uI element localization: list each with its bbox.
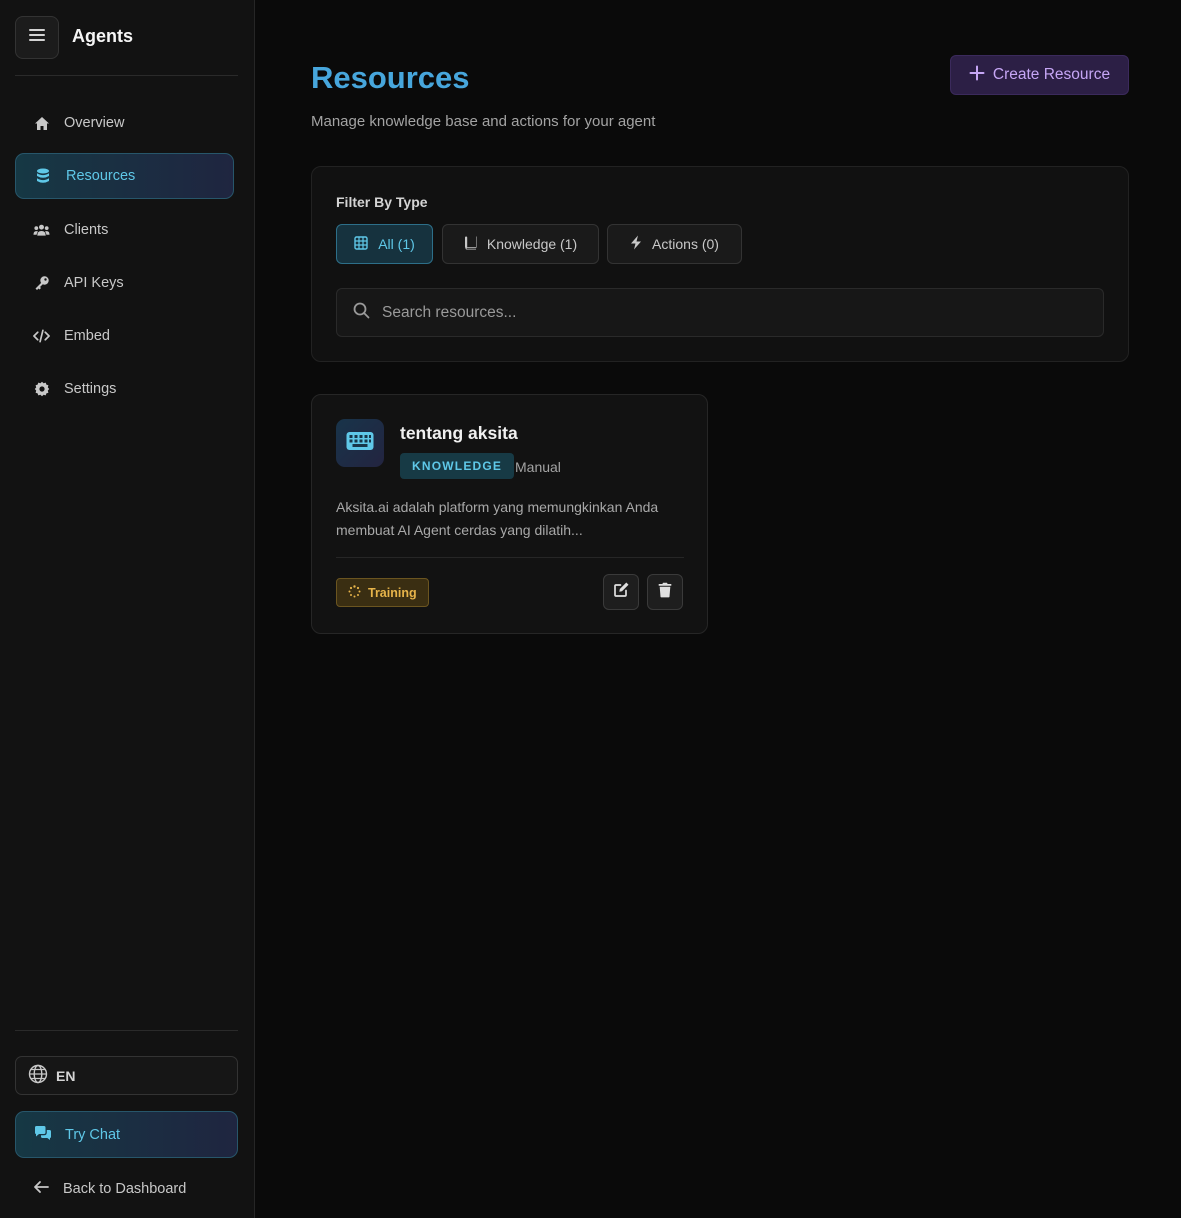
back-to-dashboard-label: Back to Dashboard (63, 1181, 187, 1197)
try-chat-label: Try Chat (65, 1126, 121, 1143)
sidebar-divider (15, 1030, 238, 1031)
sidebar-item-api-keys[interactable]: API Keys (15, 260, 234, 306)
back-to-dashboard-link[interactable]: Back to Dashboard (15, 1168, 238, 1210)
filter-chip-all[interactable]: All (1) (336, 224, 433, 264)
filter-chip-label: All (1) (378, 236, 415, 252)
sidebar-item-label: Clients (64, 222, 109, 238)
chat-icon (34, 1125, 52, 1145)
hamburger-icon (28, 27, 46, 48)
resource-type-badge: KNOWLEDGE (400, 453, 515, 479)
filter-chip-label: Knowledge (1) (486, 236, 578, 252)
resource-type-icon-box (336, 419, 384, 467)
spinner-icon (348, 584, 361, 601)
try-chat-button[interactable]: Try Chat (15, 1111, 238, 1158)
filter-chip-label: Actions (0) (652, 236, 719, 252)
card-divider (336, 557, 684, 558)
sidebar-item-label: API Keys (64, 275, 124, 291)
sidebar-item-embed[interactable]: Embed (15, 313, 234, 359)
delete-button[interactable] (647, 574, 683, 610)
sidebar: Agents Overview Resources Clients API Ke… (0, 0, 255, 1218)
book-icon (464, 236, 477, 253)
users-icon (33, 222, 50, 239)
keyboard-icon (346, 431, 374, 456)
sidebar-item-label: Settings (64, 381, 117, 397)
edit-icon (613, 581, 630, 603)
sidebar-item-clients[interactable]: Clients (15, 207, 234, 253)
status-badge: Training (336, 578, 429, 607)
sidebar-item-label: Overview (64, 115, 125, 131)
filter-label: Filter By Type (336, 194, 428, 210)
resource-source: Manual (515, 459, 561, 475)
gear-icon (33, 381, 50, 398)
sidebar-item-label: Embed (64, 328, 110, 344)
resource-description: Aksita.ai adalah platform yang memungkin… (336, 499, 659, 538)
search-box[interactable] (336, 288, 1104, 337)
filter-panel: Filter By Type All (1) Knowledge (1) Act… (311, 166, 1129, 362)
filter-chip-actions[interactable]: Actions (0) (607, 224, 742, 264)
home-icon (33, 115, 50, 132)
app-title: Agents (72, 26, 134, 46)
plus-icon (969, 65, 985, 86)
sidebar-item-resources[interactable]: Resources (15, 153, 234, 199)
database-icon (34, 168, 51, 185)
resource-card[interactable]: tentang aksita KNOWLEDGE Manual Aksita.a… (311, 394, 708, 634)
language-label: EN (56, 1067, 76, 1084)
grid-icon (354, 235, 368, 253)
sidebar-item-settings[interactable]: Settings (15, 366, 234, 412)
code-icon (33, 328, 50, 345)
menu-toggle-button[interactable] (15, 16, 59, 59)
key-icon (33, 275, 50, 292)
trash-icon (658, 582, 672, 603)
language-selector[interactable]: EN (15, 1056, 238, 1095)
arrow-left-icon (33, 1180, 49, 1198)
filter-chip-knowledge[interactable]: Knowledge (1) (442, 224, 599, 264)
search-icon (353, 302, 370, 324)
status-label: Training (368, 585, 417, 600)
sidebar-divider (15, 75, 238, 76)
page-subtitle: Manage knowledge base and actions for yo… (311, 113, 656, 130)
globe-icon (28, 1064, 48, 1087)
page-title: Resources (311, 60, 470, 95)
bolt-icon (630, 235, 642, 253)
resource-title: tentang aksita (400, 423, 518, 443)
sidebar-item-label: Resources (66, 168, 136, 184)
create-resource-label: Create Resource (992, 66, 1111, 83)
create-resource-button[interactable]: Create Resource (950, 55, 1129, 95)
search-input[interactable] (382, 303, 1103, 322)
edit-button[interactable] (603, 574, 639, 610)
sidebar-item-overview[interactable]: Overview (15, 100, 234, 146)
